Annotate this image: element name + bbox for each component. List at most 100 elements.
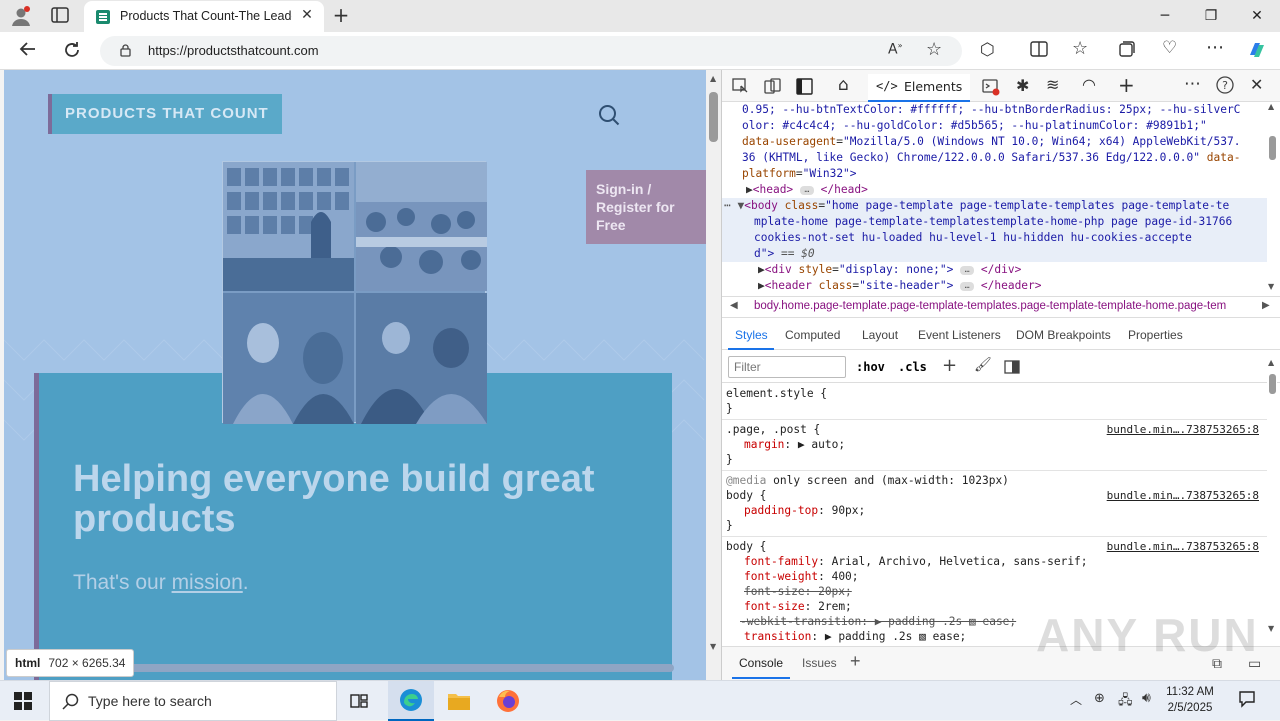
file-explorer-icon[interactable] <box>447 690 471 716</box>
taskbar-search-box[interactable]: Type here to search <box>49 681 337 721</box>
welcome-home-icon[interactable]: ⌂ <box>838 75 849 95</box>
dock-side-icon[interactable] <box>796 78 813 99</box>
performance-bug-icon[interactable]: ✱ <box>1016 76 1029 95</box>
style-rule-selector[interactable]: body { <box>726 539 766 554</box>
collapsed-ellipsis[interactable]: … <box>960 281 975 291</box>
signin-register-button[interactable]: Sign-in / Register for Free <box>586 170 706 244</box>
style-source-link[interactable]: bundle.min….738753265:8 <box>1107 422 1259 437</box>
search-icon[interactable] <box>598 104 620 126</box>
style-declaration[interactable]: font-family: Arial, Archivo, Helvetica, … <box>744 554 1088 569</box>
cls-toggle[interactable]: .cls <box>898 360 927 374</box>
style-source-link[interactable]: bundle.min….738753265:8 <box>1107 539 1259 554</box>
windows-start-icon[interactable] <box>14 692 32 714</box>
dom-node-body[interactable]: ⋯ ▼<body class="home page-template page-… <box>724 198 1229 214</box>
style-rule-selector[interactable]: element.style { <box>726 386 827 401</box>
paint-brush-icon[interactable]: 🖌︎ <box>974 357 992 373</box>
mission-link[interactable]: mission <box>172 571 243 594</box>
dom-node-header[interactable]: ▶<header class="site-header"> … </header… <box>758 278 1042 294</box>
style-declaration[interactable]: margin: ▶ auto; <box>744 437 845 452</box>
collapsed-ellipsis[interactable]: … <box>799 185 814 195</box>
sidebar-toggle-icon[interactable] <box>1004 359 1020 378</box>
breadcrumb-left-arrow-icon[interactable]: ◀ <box>730 300 738 311</box>
device-emulation-icon[interactable] <box>764 78 781 99</box>
address-bar[interactable]: https://productsthatcount.com A» ☆ <box>100 36 962 66</box>
dom-line[interactable]: cookies-not-set hu-loaded hu-level-1 hu-… <box>754 230 1192 246</box>
new-style-rule-icon[interactable]: + <box>942 355 957 376</box>
filter-input[interactable]: Filter <box>728 356 846 378</box>
volume-icon[interactable]: 🔊︎ <box>1142 690 1151 706</box>
favorites-icon[interactable]: ☆ <box>1072 38 1088 59</box>
style-declaration[interactable]: font-size: 2rem; <box>744 599 852 614</box>
breadcrumb-text[interactable]: body.home.page-template.page-template-te… <box>754 300 1254 312</box>
notifications-icon[interactable] <box>1238 690 1256 712</box>
style-rule-selector[interactable]: body { <box>726 488 766 503</box>
collapsed-ellipsis[interactable]: … <box>960 265 975 275</box>
tab-event-listeners[interactable]: Event Listeners <box>918 328 1001 342</box>
back-icon[interactable] <box>16 39 40 63</box>
style-rule-selector[interactable]: .page, .post { <box>726 422 820 437</box>
tray-app-icon[interactable]: ⊕ <box>1094 691 1105 706</box>
dom-line[interactable]: olor: #c4c4c4; --hu-goldColor: #d5b565; … <box>742 118 1207 134</box>
hov-toggle[interactable]: :hov <box>856 360 885 374</box>
collections-icon[interactable] <box>1118 40 1136 62</box>
tab-computed[interactable]: Computed <box>785 328 840 342</box>
dom-node-head[interactable]: ▶<head> … </head> <box>746 182 868 198</box>
dom-line[interactable]: d"> == $0 <box>754 246 815 262</box>
firefox-icon[interactable] <box>496 689 520 717</box>
system-clock[interactable]: 11:32 AM 2/5/2025 <box>1160 684 1220 716</box>
tab-actions-icon[interactable] <box>50 7 70 25</box>
dom-line[interactable]: data-useragent="Mozilla/5.0 (Windows NT … <box>742 134 1240 150</box>
browser-essentials-icon[interactable]: ♡ <box>1162 38 1177 58</box>
copilot-icon[interactable] <box>1246 39 1268 65</box>
styles-pane[interactable]: element.style { } .page, .post { bundle.… <box>722 384 1267 644</box>
edge-taskbar-icon[interactable] <box>388 681 434 721</box>
tab-styles[interactable]: Styles <box>735 328 768 342</box>
restore-icon[interactable]: ❐ <box>1188 0 1234 32</box>
dom-line[interactable]: 36 (KHTML, like Gecko) Chrome/122.0.0.0 … <box>742 150 1240 166</box>
more-tabs-plus-icon[interactable]: + <box>1118 73 1135 97</box>
drawer-tab-issues[interactable]: Issues <box>802 656 837 670</box>
tab-elements[interactable]: </> Elements <box>868 74 970 102</box>
inspect-element-icon[interactable] <box>732 78 749 99</box>
breadcrumb-right-arrow-icon[interactable]: ▶ <box>1262 300 1270 311</box>
refresh-icon[interactable] <box>60 40 84 64</box>
site-logo[interactable]: PRODUCTS THAT COUNT <box>48 94 282 134</box>
minimize-icon[interactable]: ─ <box>1142 0 1188 32</box>
performance-gauge-icon[interactable]: ◠ <box>1082 75 1096 94</box>
web-page-viewport[interactable]: PRODUCTS THAT COUNT Sign-in / Register f… <box>4 70 706 680</box>
help-icon[interactable]: ? <box>1216 76 1234 98</box>
styles-scrollbar[interactable]: ▲ ▼ <box>1267 358 1277 638</box>
overridden-declaration[interactable]: -webkit-transition: ▶ padding .2s ▧ ease… <box>740 614 1016 629</box>
style-declaration[interactable]: padding-top: 90px; <box>744 503 865 518</box>
tab-dom-breakpoints[interactable]: DOM Breakpoints <box>1016 328 1111 342</box>
task-view-icon[interactable] <box>350 692 368 714</box>
split-screen-icon[interactable] <box>1030 40 1048 62</box>
profile-icon[interactable] <box>10 5 32 27</box>
favorite-star-icon[interactable]: ☆ <box>926 39 942 60</box>
new-tab-icon[interactable]: + <box>330 4 352 26</box>
url-text[interactable]: https://productsthatcount.com <box>148 43 319 58</box>
dom-scrollbar[interactable]: ▲ ▼ <box>1267 102 1277 296</box>
style-source-link[interactable]: bundle.min….738753265:8 <box>1107 488 1259 503</box>
drawer-tab-console[interactable]: Console <box>732 653 791 679</box>
tab-properties[interactable]: Properties <box>1128 328 1183 342</box>
devtools-menu-icon[interactable]: ⋯ <box>1184 74 1201 94</box>
tab-products-that-count[interactable]: Products That Count-The Leader ✕ <box>84 1 324 32</box>
tray-overflow-icon[interactable]: ︿ <box>1070 691 1082 708</box>
page-horizontal-scrollbar[interactable] <box>44 664 674 672</box>
style-declaration[interactable]: font-weight: 400; <box>744 569 859 584</box>
console-tab-icon[interactable] <box>982 78 1000 100</box>
dom-line[interactable]: platform="Win32"> <box>742 166 857 182</box>
extensions-icon[interactable]: ⬡ <box>980 40 995 60</box>
close-devtools-icon[interactable]: ✕ <box>1250 75 1263 94</box>
overridden-declaration[interactable]: font-size: 20px; <box>744 584 852 599</box>
network-wifi-icon[interactable]: ≋ <box>1046 75 1059 94</box>
lock-icon[interactable] <box>120 44 131 57</box>
network-icon[interactable]: 🖧︎ <box>1118 691 1133 713</box>
tab-layout[interactable]: Layout <box>862 328 898 342</box>
settings-more-icon[interactable]: ⋯ <box>1206 37 1224 58</box>
page-vertical-scrollbar[interactable]: ▲ ▼ <box>706 70 721 680</box>
style-declaration[interactable]: transition: ▶ padding .2s ▧ ease; <box>744 629 966 644</box>
read-aloud-icon[interactable]: A» <box>888 41 902 58</box>
dom-line[interactable]: 0.95; --hu-btnTextColor: #ffffff; --hu-b… <box>742 102 1240 118</box>
